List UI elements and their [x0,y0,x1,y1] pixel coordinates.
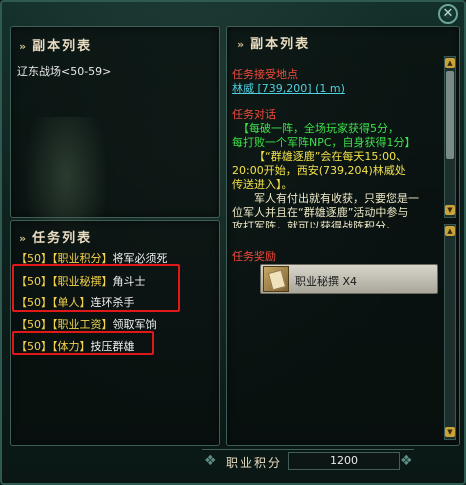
points-bar: ❖ 职业积分 1200 ❖ [202,449,414,473]
dialog-line: 【“群雄逐鹿”会在每天15:00、 [254,150,408,163]
dungeon-item[interactable]: 辽东战场<50-59> [17,63,111,79]
scroll-up-icon[interactable]: ▲ [445,58,455,68]
title-ornament-icon: » [19,232,29,245]
title-ornament-icon: » [237,38,247,51]
scroll-item-icon [263,266,289,292]
list-item[interactable]: 【50】【职业工资】领取军饷 [16,316,157,332]
reward-heading: 任务奖励 [232,250,276,263]
scroll-up-icon[interactable]: ▲ [445,226,455,236]
dialog-line: 20:00开始，西安(739,204)林威处 [232,164,406,177]
dialog-line: 位军人并且在“群雄逐鹿”活动中参与 [232,206,409,219]
dialog-line: 攻打军阵，就可以获得战阵积分。 [232,220,397,228]
dialog-line: 每打败一个军阵NPC，自身获得1分】 [232,136,416,149]
scroll-down-icon[interactable]: ▼ [445,427,455,437]
quest-detail-title: » 副本列表 [237,37,311,52]
reward-item[interactable]: 职业秘撰 X4 [260,264,438,294]
dialog-line: 【每破一阵，全场玩家获得5分， [238,122,399,135]
dialog-line: 传送进入】。 [232,178,293,191]
ornament-icon: ❖ [400,453,413,469]
reward-item-label: 职业秘撰 X4 [295,275,358,288]
dialog-heading: 任务对话 [232,108,276,121]
accept-location-heading: 任务接受地点 [232,68,298,81]
scroll-thumb[interactable] [446,71,454,159]
dialog-scrollbar[interactable]: ▲ ▼ [444,56,456,218]
close-icon: ✕ [442,6,454,21]
dialog-line: 军人有付出就有收获，只要您是一 [254,192,419,205]
points-label: 职业积分 [226,456,283,470]
accept-location-link[interactable]: 林威 [739,200] (1 m) [232,82,438,96]
close-button[interactable]: ✕ [438,4,458,24]
highlight-box [12,264,180,312]
quest-window: ✕ » 副本列表 辽东战场<50-59> » 任务列表 【50】【职业积分】将军必须… [0,0,466,485]
dungeon-list-panel: » 副本列表 辽东战场<50-59> [10,26,220,267]
quest-detail-body: 任务接受地点 林威 [739,200] (1 m) 任务对话 【每破一阵，全场玩… [232,68,438,228]
quest-list-title: » 任务列表 [19,231,93,246]
scroll-down-icon[interactable]: ▼ [445,205,455,215]
points-value: 1200 [288,452,400,470]
title-ornament-icon: » [19,40,29,53]
reward-scrollbar[interactable]: ▲ ▼ [444,224,456,440]
ornament-icon: ❖ [204,453,217,469]
highlight-box [12,331,154,355]
dungeon-list-title: » 副本列表 [19,39,93,54]
